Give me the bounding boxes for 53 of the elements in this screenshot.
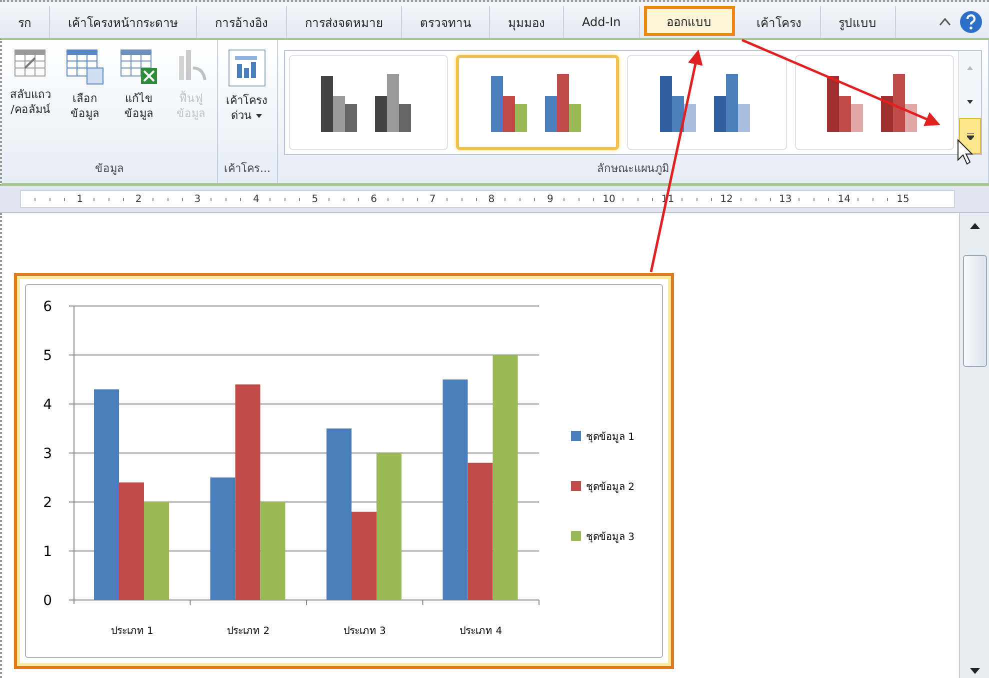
axis-tick-label: 4 (43, 397, 52, 413)
chart-style-option[interactable] (456, 55, 620, 150)
ribbon-button[interactable]: เค้าโครง ด่วน (224, 46, 269, 126)
ruler-number: 4 (252, 194, 260, 204)
expand-icon (966, 132, 974, 140)
spreadsheet-edit-icon (119, 48, 159, 86)
ruler-number: 13 (778, 194, 793, 204)
legend-label: ชุดข้อมูล 1 (586, 432, 635, 443)
legend-label: ชุดข้อมูล 3 (586, 532, 635, 543)
up-arrow-icon[interactable] (970, 223, 980, 229)
category-label: ประเภท 1 (110, 626, 154, 637)
ruler-number: 14 (836, 194, 852, 204)
axis-tick-label: 0 (43, 593, 52, 609)
ribbon-button[interactable]: สลับแถว /คอลัมน์ (8, 46, 53, 120)
ribbon-button[interactable]: เลือก ข้อมูล (63, 46, 107, 124)
chart-style-option[interactable] (288, 55, 448, 150)
axis-tick-label: 1 (43, 544, 52, 560)
vertical-scrollbar[interactable] (959, 213, 989, 678)
category-label: ประเภท 4 (460, 626, 502, 637)
ruler-number: 1 (76, 194, 84, 204)
scroll-thumb[interactable] (962, 255, 986, 367)
chart-layout-icon (226, 48, 266, 88)
ribbon-button[interactable]: แก้ไข ข้อมูล (117, 46, 161, 124)
ruler-number: 8 (487, 194, 496, 204)
down-arrow-icon[interactable] (970, 668, 980, 674)
ribbon-tab[interactable]: ออกแบบ (644, 6, 735, 36)
group-label: ข้อมูล (94, 161, 125, 177)
ruler-number: 5 (310, 194, 320, 204)
ruler-number: 2 (134, 194, 143, 204)
group-label: เค้าโคร... (224, 161, 270, 177)
group-label: ลักษณะแผนภูมิ (596, 161, 670, 177)
axis-tick-label: 3 (43, 446, 52, 462)
down-arrow-icon (967, 100, 973, 104)
help-icon[interactable] (959, 10, 983, 34)
ruler-number: 15 (896, 194, 910, 204)
ruler-number: 12 (719, 194, 734, 204)
ruler-number: 7 (428, 194, 437, 204)
axis-tick-label: 2 (43, 495, 52, 511)
ruler-number: 10 (602, 194, 616, 204)
chart-style-option[interactable] (794, 55, 954, 150)
ruler-number: 3 (193, 194, 202, 204)
collapse-ribbon-icon[interactable] (939, 18, 951, 26)
up-arrow-icon (967, 66, 973, 70)
legend-label: ชุดข้อมูล 2 (586, 482, 635, 493)
chart-style-option[interactable] (627, 55, 787, 150)
category-label: ประเภท 2 (227, 626, 270, 637)
ruler-number: 6 (370, 194, 378, 204)
chart-frame[interactable]: 0 1 2 3 4 5 6 ประเภท 1 ประเภท 2 ประเภท 3 ประเภท 4 ชุดข้อมูล 1 ชุดข้อมูล 2 ชุดข้อมูล 3 (14, 273, 674, 669)
category-label: ประเภท 3 (343, 626, 386, 637)
axis-tick-label: 5 (43, 348, 52, 364)
ruler-number: 9 (546, 194, 554, 204)
table-select-icon (65, 48, 105, 86)
axis-tick-label: 6 (43, 299, 52, 315)
